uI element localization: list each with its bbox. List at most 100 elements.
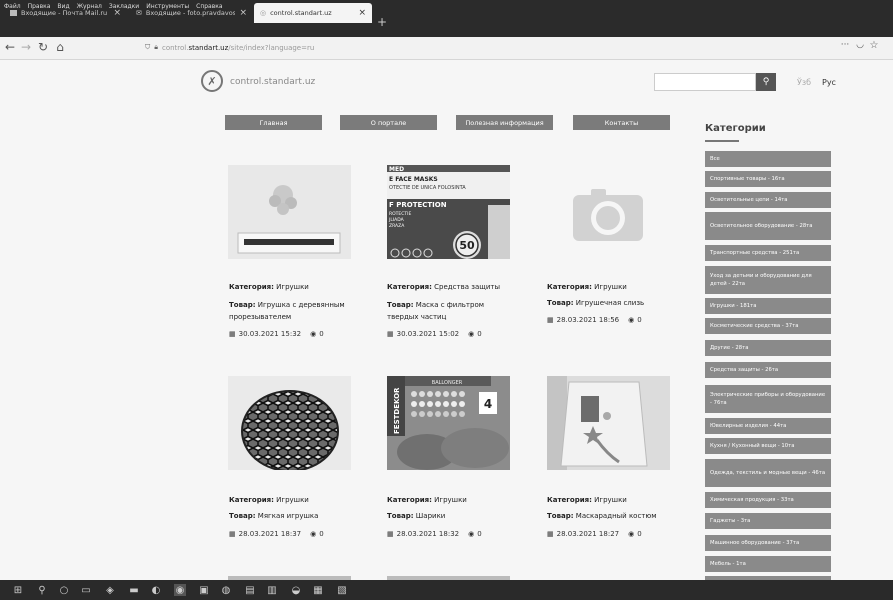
tab-mail-2[interactable]: ✉ Входящие - foto.pravdavosto... × bbox=[130, 3, 253, 23]
product-meta: ▦ 28.03.2021 18:27 ◉ 0 bbox=[547, 530, 642, 538]
nav-about[interactable]: О портале bbox=[340, 115, 437, 130]
product-name[interactable]: Товар: Игрушка с деревянным прорезывателе… bbox=[229, 299, 345, 323]
new-tab-icon[interactable]: + bbox=[377, 15, 387, 29]
category-item[interactable]: Другие - 28та bbox=[705, 340, 831, 356]
forward-icon[interactable]: → bbox=[19, 40, 33, 54]
product-image[interactable]: FESTDEKOR BALLONGER 4 bbox=[387, 376, 510, 470]
category-item[interactable]: Кухня / Кухонный вещи - 10та bbox=[705, 438, 831, 454]
firefox-icon[interactable]: ◉ bbox=[174, 584, 186, 596]
category-item[interactable]: Химическая продукция - 33та bbox=[705, 492, 831, 508]
site-logo-text[interactable]: control.standart.uz bbox=[230, 77, 315, 87]
product-meta: ▦ 28.03.2021 18:56 ◉ 0 bbox=[547, 316, 642, 324]
svg-text:JLIADA: JLIADA bbox=[388, 217, 405, 223]
search-input[interactable] bbox=[654, 73, 756, 91]
category-item[interactable]: Машинное оборудование - 37та bbox=[705, 535, 831, 551]
category-item[interactable]: Осветительное оборудование - 28та bbox=[705, 212, 831, 240]
app-icon[interactable]: ◍ bbox=[220, 584, 232, 596]
category-item[interactable]: Средства защиты - 26та bbox=[705, 362, 831, 378]
product-name[interactable]: Товар: Игрушечная слизь bbox=[547, 299, 644, 307]
svg-text:ROTECTIE: ROTECTIE bbox=[389, 211, 411, 217]
face-mask-package-image: 50 MED E FACE MASKS OTECTIE DE UNICA FOL… bbox=[387, 165, 510, 259]
product-name[interactable]: Товар: Шарики bbox=[387, 512, 445, 520]
product-name[interactable]: Товар: Маска с фильтром твердых частиц bbox=[387, 299, 484, 323]
calendar-icon: ▦ bbox=[547, 530, 554, 538]
tab-label: Входящие - Почта Mail.ru bbox=[21, 9, 108, 17]
back-icon[interactable]: ← bbox=[3, 40, 17, 54]
lang-ru-link[interactable]: Рус bbox=[822, 78, 836, 87]
pocket-icon[interactable]: ◡ bbox=[853, 40, 867, 50]
product-image[interactable]: 50 MED E FACE MASKS OTECTIE DE UNICA FOL… bbox=[387, 165, 510, 259]
tab-mail[interactable]: Входящие - Почта Mail.ru × bbox=[4, 3, 127, 23]
more-icon[interactable]: ··· bbox=[838, 40, 852, 50]
mail-icon bbox=[10, 10, 17, 16]
search-icon[interactable]: ⚲ bbox=[36, 584, 48, 596]
calendar-icon: ▦ bbox=[229, 330, 236, 338]
svg-text:BALLONGER: BALLONGER bbox=[432, 380, 463, 386]
product-image[interactable] bbox=[547, 376, 670, 470]
product-image[interactable] bbox=[228, 376, 351, 470]
category-item[interactable]: Косметические средства - 37та bbox=[705, 318, 831, 334]
svg-text:E FACE MASKS: E FACE MASKS bbox=[389, 176, 438, 183]
app-icon[interactable]: ▬ bbox=[128, 584, 140, 596]
close-icon[interactable]: × bbox=[239, 8, 247, 18]
svg-text:4: 4 bbox=[484, 397, 492, 411]
file-explorer-icon[interactable]: ▭ bbox=[80, 584, 92, 596]
category-item[interactable]: Все bbox=[705, 151, 831, 167]
star-icon[interactable]: ☆ bbox=[867, 40, 881, 51]
svg-text:ZRAZA: ZRAZA bbox=[389, 223, 405, 229]
shield-icon: ⛉ bbox=[145, 43, 151, 51]
windows-start-icon[interactable]: ⊞ bbox=[12, 584, 24, 596]
close-icon[interactable]: × bbox=[358, 8, 366, 18]
address-bar[interactable]: ⛉ 🔒︎ control.standart.uz/site/index?lang… bbox=[145, 40, 835, 55]
tab-label: Входящие - foto.pravdavosto... bbox=[145, 9, 236, 17]
category-item[interactable]: Игрушки - 181та bbox=[705, 298, 831, 314]
product-category: Категория: Игрушки bbox=[547, 283, 627, 291]
eye-icon: ◉ bbox=[468, 530, 475, 538]
app-icon[interactable]: ▧ bbox=[336, 584, 348, 596]
eye-icon: ◉ bbox=[310, 330, 317, 338]
home-icon[interactable]: ⌂ bbox=[53, 40, 67, 54]
balloons-pack-image: FESTDEKOR BALLONGER 4 bbox=[387, 376, 510, 470]
category-item[interactable]: Электрические приборы и оборудование - 7… bbox=[705, 385, 831, 413]
site-logo-icon[interactable]: ✗ bbox=[201, 70, 223, 92]
calendar-icon: ▦ bbox=[387, 330, 394, 338]
app-icon[interactable]: ◒ bbox=[290, 584, 302, 596]
app-icon[interactable]: ▦ bbox=[312, 584, 324, 596]
category-item[interactable]: Осветительные цепи - 14та bbox=[705, 192, 831, 208]
product-image[interactable] bbox=[547, 165, 670, 259]
product-category: Категория: Игрушки bbox=[229, 496, 309, 504]
lang-uz-link[interactable]: Ўзб bbox=[797, 78, 811, 87]
close-icon[interactable]: × bbox=[113, 8, 121, 18]
tab-control-standart[interactable]: ◎ control.standart.uz × bbox=[254, 3, 372, 23]
app-icon[interactable]: ▥ bbox=[266, 584, 278, 596]
product-meta: ▦ 30.03.2021 15:02 ◉ 0 bbox=[387, 330, 482, 338]
product-image[interactable] bbox=[228, 165, 351, 259]
app-icon[interactable]: ◈ bbox=[104, 584, 116, 596]
calendar-icon: ▦ bbox=[229, 530, 236, 538]
category-item[interactable]: Ювелирные изделия - 44та bbox=[705, 418, 831, 434]
eye-icon: ◉ bbox=[628, 316, 635, 324]
product-name[interactable]: Товар: Мягкая игрушка bbox=[229, 512, 318, 520]
nav-contacts[interactable]: Контакты bbox=[573, 115, 670, 130]
costume-package-image bbox=[547, 376, 670, 470]
search-button[interactable]: ⚲ bbox=[756, 73, 776, 91]
product-name[interactable]: Товар: Маскарадный костюм bbox=[547, 512, 657, 520]
app-icon[interactable]: ▤ bbox=[244, 584, 256, 596]
category-item[interactable]: Транспортные средства - 251та bbox=[705, 245, 831, 261]
globe-icon: ◎ bbox=[260, 9, 267, 17]
category-item[interactable]: Гаджеты - 3та bbox=[705, 513, 831, 529]
tab-label: control.standart.uz bbox=[270, 9, 332, 17]
nav-useful-info[interactable]: Полезная информация bbox=[456, 115, 553, 130]
mask-count: 50 bbox=[459, 239, 475, 252]
nav-home[interactable]: Главная bbox=[225, 115, 322, 130]
app-icon[interactable]: ▣ bbox=[198, 584, 210, 596]
app-icon[interactable]: ◐ bbox=[150, 584, 162, 596]
reload-icon[interactable]: ↻ bbox=[36, 40, 50, 54]
category-item[interactable]: Спортивные товары - 16та bbox=[705, 171, 831, 187]
product-category: Категория: Игрушки bbox=[547, 496, 627, 504]
product-meta: ▦ 30.03.2021 15:32 ◉ 0 bbox=[229, 330, 324, 338]
category-item[interactable]: Мебель - 1та bbox=[705, 556, 831, 572]
category-item[interactable]: Уход за детьми и оборудование для детей … bbox=[705, 266, 831, 294]
task-view-icon[interactable]: ○ bbox=[58, 584, 70, 596]
category-item[interactable]: Одежда, текстиль и модные вещи - 46та bbox=[705, 459, 831, 487]
